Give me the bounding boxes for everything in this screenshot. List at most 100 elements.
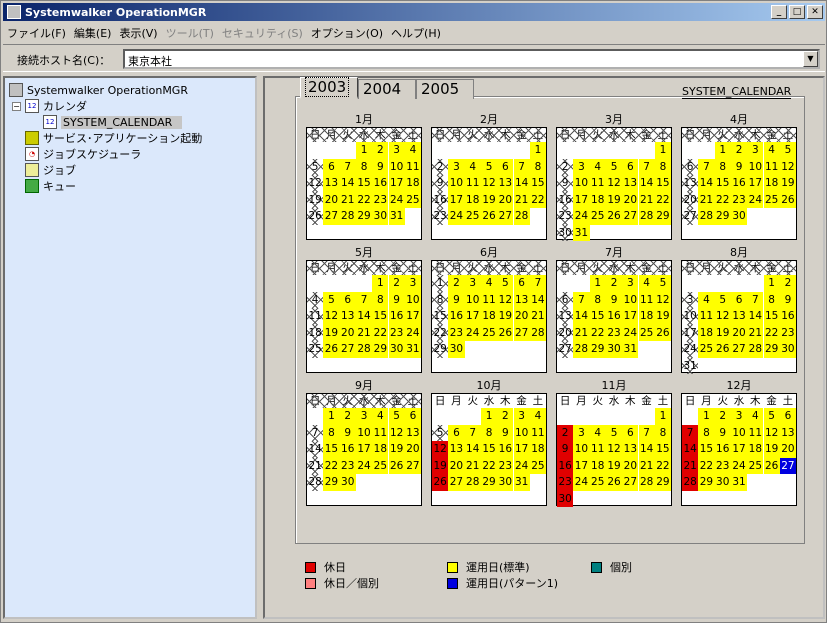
day-cell[interactable]: 1 <box>763 275 780 292</box>
day-cell[interactable]: 4 <box>589 424 606 441</box>
day-cell[interactable]: 19 <box>779 175 797 192</box>
day-cell[interactable]: 16 <box>372 175 389 192</box>
day-cell[interactable]: 21 <box>307 457 324 474</box>
minimize-button[interactable]: _ <box>771 5 787 19</box>
day-cell[interactable]: 8 <box>654 158 672 175</box>
tab-2005[interactable]: 2005 <box>416 79 474 99</box>
day-cell[interactable]: 18 <box>464 191 481 208</box>
day-cell[interactable]: 9 <box>605 291 623 308</box>
day-cell[interactable]: 1 <box>355 142 373 159</box>
collapse-icon[interactable]: − <box>12 102 21 111</box>
day-cell[interactable]: 15 <box>355 175 373 192</box>
day-cell[interactable]: 11 <box>480 291 498 308</box>
day-cell[interactable]: 19 <box>388 441 405 458</box>
day-cell[interactable]: 15 <box>698 441 715 458</box>
day-cell[interactable]: 22 <box>698 457 715 474</box>
day-cell[interactable]: 6 <box>622 158 639 175</box>
day-cell[interactable]: 30 <box>388 341 405 358</box>
day-cell[interactable]: 13 <box>497 175 514 192</box>
day-cell[interactable]: 26 <box>323 341 340 358</box>
day-cell[interactable]: 17 <box>573 457 590 474</box>
day-cell[interactable]: 23 <box>372 191 389 208</box>
day-cell[interactable]: 20 <box>404 441 422 458</box>
day-cell[interactable]: 27 <box>622 208 639 225</box>
menu-file[interactable]: ファイル(F) <box>3 25 70 41</box>
day-cell[interactable]: 29 <box>589 341 606 358</box>
day-cell[interactable]: 17 <box>513 441 530 458</box>
day-cell[interactable]: 26 <box>307 208 324 225</box>
day-cell[interactable]: 31 <box>388 208 405 225</box>
day-cell[interactable]: 4 <box>307 291 324 308</box>
tree-item-queue[interactable]: キュー <box>25 178 76 194</box>
day-cell[interactable]: 18 <box>589 191 606 208</box>
day-cell[interactable]: 13 <box>622 175 639 192</box>
day-cell[interactable]: 7 <box>698 158 715 175</box>
day-cell[interactable]: 10 <box>747 158 764 175</box>
day-cell[interactable]: 11 <box>589 441 606 458</box>
day-cell[interactable]: 7 <box>638 158 655 175</box>
day-cell[interactable]: 28 <box>638 208 655 225</box>
day-cell[interactable]: 12 <box>714 308 731 325</box>
day-cell[interactable]: 9 <box>388 291 405 308</box>
day-cell[interactable]: 23 <box>339 457 356 474</box>
day-cell[interactable]: 19 <box>497 308 514 325</box>
day-cell[interactable]: 25 <box>480 324 498 341</box>
day-cell[interactable]: 2 <box>557 158 574 175</box>
day-cell[interactable]: 2 <box>372 142 389 159</box>
day-cell[interactable]: 11 <box>464 175 481 192</box>
day-cell[interactable]: 21 <box>464 457 481 474</box>
day-cell[interactable]: 29 <box>372 341 389 358</box>
day-cell[interactable]: 24 <box>573 474 590 491</box>
day-cell[interactable]: 16 <box>779 308 797 325</box>
day-cell[interactable]: 10 <box>682 308 699 325</box>
day-cell[interactable]: 15 <box>714 175 731 192</box>
day-cell[interactable]: 1 <box>698 408 715 425</box>
day-cell[interactable]: 21 <box>638 457 655 474</box>
day-cell[interactable]: 14 <box>747 308 764 325</box>
day-cell[interactable]: 4 <box>529 408 547 425</box>
day-cell[interactable]: 11 <box>698 308 715 325</box>
day-cell[interactable]: 26 <box>432 474 449 491</box>
day-cell[interactable]: 14 <box>355 308 373 325</box>
day-cell[interactable]: 23 <box>448 324 465 341</box>
day-cell[interactable]: 30 <box>605 341 623 358</box>
day-cell[interactable]: 25 <box>747 457 764 474</box>
day-cell[interactable]: 10 <box>730 424 748 441</box>
day-cell[interactable]: 9 <box>339 424 356 441</box>
menu-help[interactable]: ヘルプ(H) <box>387 25 445 41</box>
day-cell[interactable]: 24 <box>622 324 639 341</box>
day-cell[interactable]: 14 <box>638 175 655 192</box>
day-cell[interactable]: 12 <box>480 175 498 192</box>
day-cell[interactable]: 5 <box>388 408 405 425</box>
day-cell[interactable]: 29 <box>654 208 672 225</box>
day-cell[interactable]: 13 <box>448 441 465 458</box>
day-cell[interactable]: 13 <box>682 175 699 192</box>
day-cell[interactable]: 27 <box>323 208 340 225</box>
day-cell[interactable]: 13 <box>622 441 639 458</box>
day-cell[interactable]: 13 <box>513 291 530 308</box>
day-cell[interactable]: 22 <box>589 324 606 341</box>
day-cell[interactable]: 20 <box>448 457 465 474</box>
day-cell[interactable]: 13 <box>404 424 422 441</box>
day-cell[interactable]: 20 <box>497 191 514 208</box>
day-cell[interactable]: 26 <box>654 324 672 341</box>
day-cell[interactable]: 22 <box>355 191 373 208</box>
tab-2003[interactable]: 2003 <box>300 77 358 99</box>
day-cell[interactable]: 11 <box>404 158 422 175</box>
day-cell[interactable]: 22 <box>654 457 672 474</box>
day-cell[interactable]: 1 <box>654 408 672 425</box>
day-cell[interactable]: 2 <box>497 408 514 425</box>
day-cell[interactable]: 6 <box>730 291 748 308</box>
day-cell[interactable]: 23 <box>432 208 449 225</box>
day-cell[interactable]: 23 <box>714 457 731 474</box>
day-cell[interactable]: 17 <box>622 308 639 325</box>
day-cell[interactable]: 3 <box>682 291 699 308</box>
day-cell[interactable]: 30 <box>779 341 797 358</box>
day-cell[interactable]: 8 <box>698 424 715 441</box>
day-cell[interactable]: 30 <box>730 208 748 225</box>
day-cell[interactable]: 26 <box>605 208 623 225</box>
day-cell[interactable]: 4 <box>589 158 606 175</box>
day-cell[interactable]: 9 <box>730 158 748 175</box>
day-cell[interactable]: 11 <box>589 175 606 192</box>
tree-item-service-launch[interactable]: サービス･アプリケーション起動 <box>25 130 202 146</box>
